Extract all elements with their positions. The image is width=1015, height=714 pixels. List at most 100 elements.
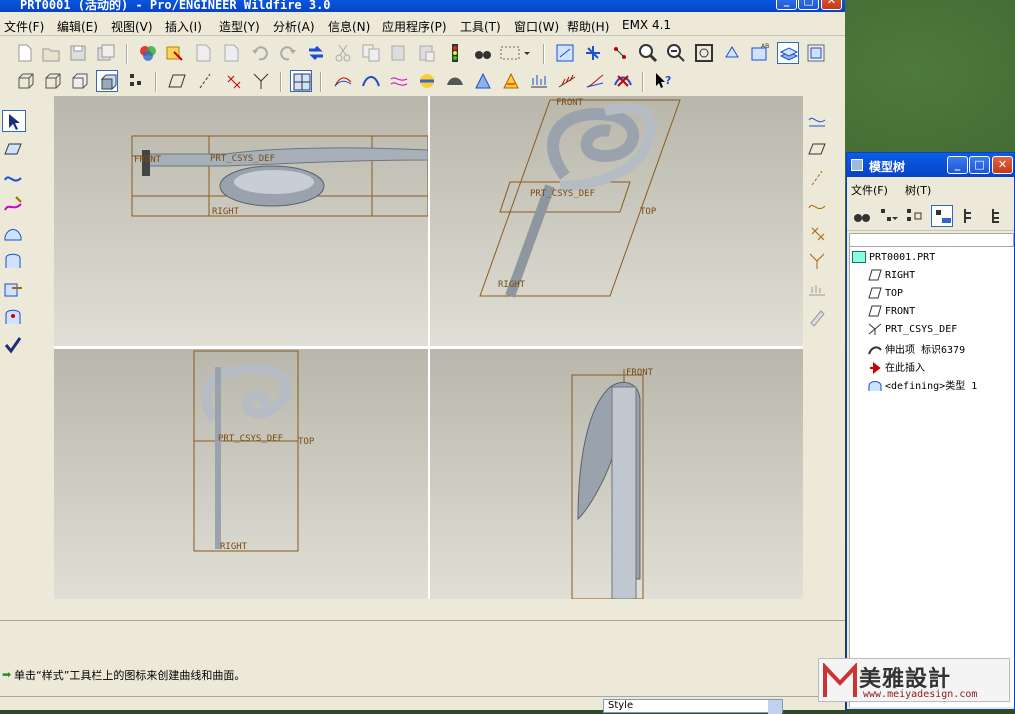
- trim-surface-icon[interactable]: [2, 278, 26, 300]
- spin-center-icon[interactable]: [609, 42, 631, 64]
- curve-analysis-side-icon[interactable]: [806, 110, 830, 132]
- tree-item-part[interactable]: PRT0001.PRT: [852, 251, 935, 263]
- menu-tools[interactable]: 工具(T): [460, 18, 501, 35]
- paste-doc-icon[interactable]: [220, 42, 242, 64]
- curve-on-surface-icon[interactable]: [2, 194, 26, 216]
- active-plane-icon[interactable]: [2, 138, 26, 160]
- maximize-button[interactable]: □: [798, 0, 819, 10]
- paste-special-icon[interactable]: [416, 42, 438, 64]
- viewport-bottom-left[interactable]: PRT_CSYS_DEF TOP RIGHT: [54, 349, 428, 599]
- layers-icon[interactable]: [777, 42, 799, 64]
- tree-item-insert-here[interactable]: 在此插入: [868, 359, 925, 375]
- refit-icon[interactable]: [693, 42, 715, 64]
- viewport-bottom-right[interactable]: FRONT: [430, 349, 803, 599]
- slope-analysis-icon[interactable]: [472, 70, 494, 92]
- datum-planes-toggle-icon[interactable]: [166, 70, 188, 92]
- viewport-top-right[interactable]: FRONT PRT_CSYS_DEF TOP RIGHT: [430, 96, 803, 346]
- csys-toggle-icon[interactable]: [250, 70, 272, 92]
- mt-menu-file[interactable]: 文件(F): [851, 182, 888, 198]
- datum-point-side-icon[interactable]: [806, 222, 830, 244]
- sketch-view-icon[interactable]: [554, 42, 576, 64]
- graphics-window[interactable]: FRONT PRT_CSYS_DEF RIGHT FRONT PRT_CSYS_…: [54, 96, 803, 599]
- shade-curve-icon[interactable]: [528, 70, 550, 92]
- curve-analysis-icon[interactable]: [332, 70, 354, 92]
- search-binoculars-icon[interactable]: [472, 42, 494, 64]
- wireframe-icon[interactable]: [14, 70, 36, 92]
- reflection-analysis-icon[interactable]: [500, 70, 522, 92]
- new-file-icon[interactable]: [14, 42, 36, 64]
- saved-views-icon[interactable]: AB: [749, 42, 771, 64]
- surface-icon[interactable]: [2, 222, 26, 244]
- minimize-button[interactable]: _: [776, 0, 797, 10]
- menu-info[interactable]: 信息(N): [328, 18, 370, 35]
- datum-axes-toggle-icon[interactable]: [194, 70, 216, 92]
- menu-edit[interactable]: 编辑(E): [57, 18, 98, 35]
- style-grid-icon[interactable]: [290, 70, 312, 92]
- context-help-icon[interactable]: ?: [652, 70, 674, 92]
- shading-icon[interactable]: [96, 70, 118, 92]
- sketched-curve-side-icon[interactable]: [806, 194, 830, 216]
- feature-side-icon[interactable]: [806, 306, 830, 328]
- menu-help[interactable]: 帮助(H): [567, 18, 609, 35]
- undo-icon[interactable]: [249, 42, 271, 64]
- tree-item-front-plane[interactable]: FRONT: [868, 305, 915, 317]
- menu-file[interactable]: 文件(F): [4, 18, 44, 35]
- mt-find-icon[interactable]: [851, 205, 873, 227]
- reorient-icon[interactable]: [721, 42, 743, 64]
- paste-icon[interactable]: [388, 42, 410, 64]
- select-box-dropdown[interactable]: [498, 42, 532, 64]
- regenerate-doc-icon[interactable]: [192, 42, 214, 64]
- connect-surface-icon[interactable]: [2, 250, 26, 272]
- menu-applications[interactable]: 应用程序(P): [382, 18, 447, 35]
- open-file-icon[interactable]: [40, 42, 62, 64]
- hidden-line-icon[interactable]: [41, 70, 63, 92]
- datum-points-toggle-icon[interactable]: [222, 70, 244, 92]
- tree-item-style-feature[interactable]: <defining>类型 1: [868, 377, 977, 392]
- analysis-feature-side-icon[interactable]: [806, 278, 830, 300]
- draft-check-icon[interactable]: [556, 70, 578, 92]
- appearance-icon[interactable]: [137, 42, 159, 64]
- delete-analysis-icon[interactable]: [612, 70, 634, 92]
- close-button[interactable]: ✕: [821, 0, 842, 10]
- datum-axis-side-icon[interactable]: [806, 167, 830, 189]
- mt-menu-tree[interactable]: 树(T): [905, 182, 931, 198]
- regenerate-icon[interactable]: [305, 42, 327, 64]
- menu-style[interactable]: 造型(Y): [219, 18, 260, 35]
- model-tree-toggle-icon[interactable]: [125, 70, 147, 92]
- save-copy-icon[interactable]: [95, 42, 117, 64]
- create-curve-icon[interactable]: [2, 167, 26, 189]
- edit-surface-icon[interactable]: [2, 306, 26, 328]
- mt-columns-icon[interactable]: [903, 205, 925, 227]
- datum-plane-side-icon[interactable]: [806, 138, 830, 160]
- mt-maximize-button[interactable]: □: [969, 156, 990, 174]
- curvature-analysis-icon[interactable]: [360, 70, 382, 92]
- dihedral-angle-icon[interactable]: [584, 70, 606, 92]
- copy-icon[interactable]: [360, 42, 382, 64]
- mt-settings-icon[interactable]: [877, 205, 899, 227]
- menu-window[interactable]: 窗口(W): [514, 18, 559, 35]
- chevron-down-icon[interactable]: [768, 700, 782, 714]
- offset-analysis-icon[interactable]: [416, 70, 438, 92]
- section-analysis-icon[interactable]: [388, 70, 410, 92]
- csys-side-icon[interactable]: [806, 250, 830, 272]
- mt-expand-icon[interactable]: [957, 205, 979, 227]
- no-hidden-icon[interactable]: [68, 70, 90, 92]
- tree-item-csys[interactable]: PRT_CSYS_DEF: [868, 323, 957, 335]
- save-icon[interactable]: [67, 42, 89, 64]
- mt-minimize-button[interactable]: _: [947, 156, 968, 174]
- zoom-out-icon[interactable]: [665, 42, 687, 64]
- view-manager-icon[interactable]: [805, 42, 827, 64]
- tree-item-sweep-feature[interactable]: 伸出项 标识6379: [868, 341, 965, 356]
- select-arrow-icon[interactable]: [2, 110, 26, 132]
- mt-collapse-icon[interactable]: [985, 205, 1007, 227]
- cut-icon[interactable]: [332, 42, 354, 64]
- menu-view[interactable]: 视图(V): [111, 18, 153, 35]
- mt-close-button[interactable]: ✕: [992, 156, 1013, 174]
- menu-insert[interactable]: 插入(I): [165, 18, 202, 35]
- menu-emx[interactable]: EMX 4.1: [622, 18, 671, 32]
- zoom-in-icon[interactable]: [637, 42, 659, 64]
- mt-show-icon[interactable]: [931, 205, 953, 227]
- model-setup-icon[interactable]: [164, 42, 186, 64]
- done-check-icon[interactable]: [2, 334, 26, 356]
- horizontal-splitter[interactable]: [54, 346, 803, 349]
